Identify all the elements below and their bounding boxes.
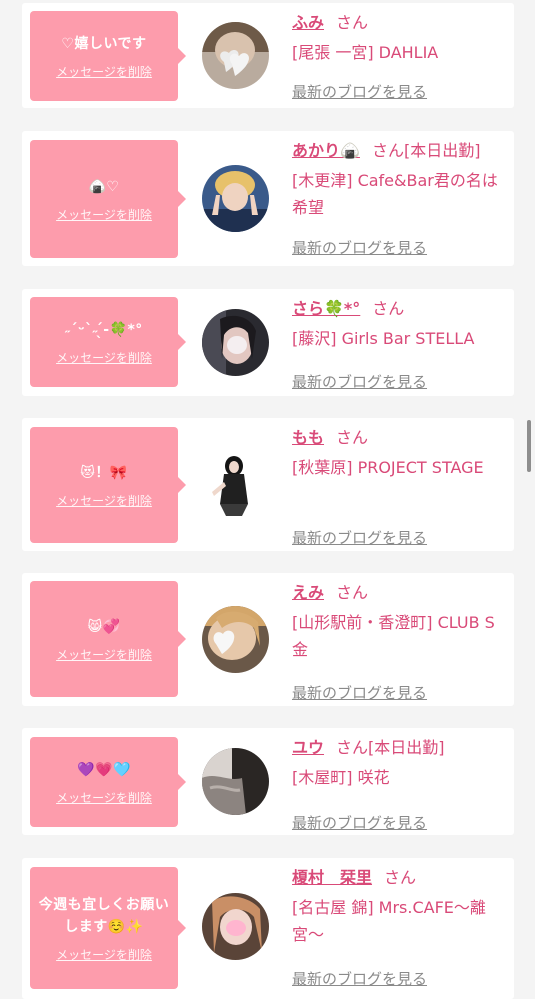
delete-message-link[interactable]: メッセージを削除 (56, 206, 152, 223)
profile-name-link[interactable]: ふみ (292, 13, 324, 32)
message-bubble: 😻！🎀 メッセージを削除 (30, 427, 186, 543)
honorific: さん (336, 13, 369, 32)
profile-info: 榎村 栞里 さん [名古屋 錦] Mrs.CAFE〜離宮〜 最新のブログを見る (292, 866, 507, 988)
latest-blog-link[interactable]: 最新のブログを見る (292, 527, 427, 548)
shop-info: [木更津] Cafe&Bar君の名は希望 (292, 171, 498, 217)
message-text: 🍙♡ (88, 178, 120, 195)
message-bubble: 😸💞 メッセージを削除 (30, 581, 186, 697)
list-item: 😻！🎀 メッセージを削除 もも さん [秋葉原] PROJECT STAGE 最新… (22, 418, 514, 551)
girl-avatar-blurred-face-icon (202, 309, 269, 376)
honorific: さん (336, 738, 369, 757)
profile-name-link[interactable]: もも (292, 428, 324, 447)
shop-info: [藤沢] Girls Bar STELLA (292, 329, 475, 348)
delete-message-link[interactable]: メッセージを削除 (56, 63, 152, 80)
message-bubble: ♡嬉しいです メッセージを削除 (30, 11, 186, 101)
avatar[interactable] (202, 893, 269, 960)
avatar[interactable] (202, 452, 269, 519)
delete-message-link[interactable]: メッセージを削除 (56, 946, 152, 963)
girl-avatar-blurred-face-icon (202, 893, 269, 960)
honorific: さん (371, 141, 404, 160)
girl-avatar-heart-sticker-icon (202, 22, 269, 89)
profile-info: えみ さん [山形駅前・香澄町] CLUB S金 最新のブログを見る (292, 581, 507, 702)
status-label: [本日出勤] (368, 738, 445, 757)
delete-message-link[interactable]: メッセージを削除 (56, 349, 152, 366)
honorific: さん (384, 868, 417, 887)
latest-blog-link[interactable]: 最新のブログを見る (292, 371, 427, 392)
girl-avatar-dark-icon (202, 748, 269, 815)
shop-info: [山形駅前・香澄町] CLUB S金 (292, 613, 495, 659)
message-text: ˶ˊᵕˋ˶ ̖́-🍀*° (65, 321, 143, 338)
message-text: ♡嬉しいです (61, 35, 147, 52)
list-item: 今週も宜しくお願いします☺️✨ メッセージを削除 榎村 栞里 さん [名古屋 錦]… (22, 858, 514, 999)
girl-avatar-heart-sticker-icon (202, 606, 269, 673)
list-item: 💜💗🩵 メッセージを削除 ユウ さん[本日出勤] [木屋町] 咲花 最新のブログを… (22, 728, 514, 835)
list-item: ˶ˊᵕˋ˶ ̖́-🍀*° メッセージを削除 さら🍀*° さん [藤沢] Girls… (22, 289, 514, 396)
girl-avatar-full-body-icon (202, 452, 269, 519)
avatar[interactable] (202, 606, 269, 673)
profile-name-link[interactable]: えみ (292, 583, 324, 602)
honorific: さん (336, 583, 369, 602)
girl-avatar-peace-sign-icon (202, 165, 269, 232)
status-label: [本日出勤] (403, 141, 481, 160)
list-item: 😸💞 メッセージを削除 えみ さん [山形駅前・香澄町] CLUB S金 最新のブ… (22, 573, 514, 706)
profile-name-link[interactable]: ユウ (292, 738, 324, 757)
message-text: 😸💞 (87, 618, 121, 635)
list-item: 🍙♡ メッセージを削除 あかり🍙 さん[本日出勤] [木更津] Cafe&Bar君… (22, 131, 514, 266)
profile-info: ユウ さん[本日出勤] [木屋町] 咲花 最新のブログを見る (292, 736, 507, 832)
message-bubble: ˶ˊᵕˋ˶ ̖́-🍀*° メッセージを削除 (30, 297, 186, 387)
shop-info: [名古屋 錦] Mrs.CAFE〜離宮〜 (292, 898, 486, 944)
avatar[interactable] (202, 309, 269, 376)
message-text: 😻！🎀 (80, 464, 128, 481)
profile-info: ふみ さん [尾張 一宮] DAHLIA 最新のブログを見る (292, 11, 507, 101)
latest-blog-link[interactable]: 最新のブログを見る (292, 237, 427, 258)
avatar[interactable] (202, 22, 269, 89)
scrollbar[interactable] (527, 420, 531, 472)
latest-blog-link[interactable]: 最新のブログを見る (292, 812, 427, 833)
message-text: 今週も宜しくお願いします☺️✨ (38, 896, 170, 935)
profile-info: あかり🍙 さん[本日出勤] [木更津] Cafe&Bar君の名は希望 最新のブログ… (292, 139, 507, 257)
profile-name-link[interactable]: 榎村 栞里 (292, 868, 372, 887)
message-bubble: 🍙♡ メッセージを削除 (30, 140, 186, 258)
delete-message-link[interactable]: メッセージを削除 (56, 492, 152, 509)
message-bubble: 💜💗🩵 メッセージを削除 (30, 737, 186, 827)
message-text: 💜💗🩵 (77, 761, 131, 778)
delete-message-link[interactable]: メッセージを削除 (56, 646, 152, 663)
message-bubble: 今週も宜しくお願いします☺️✨ メッセージを削除 (30, 867, 186, 989)
list-item: ♡嬉しいです メッセージを削除 ふみ さん [尾張 一宮] DAHLIA 最新のブ… (22, 3, 514, 108)
latest-blog-link[interactable]: 最新のブログを見る (292, 682, 427, 703)
latest-blog-link[interactable]: 最新のブログを見る (292, 968, 427, 989)
shop-info: [秋葉原] PROJECT STAGE (292, 458, 484, 477)
profile-info: さら🍀*° さん [藤沢] Girls Bar STELLA 最新のブログを見る (292, 297, 507, 391)
profile-info: もも さん [秋葉原] PROJECT STAGE 最新のブログを見る (292, 426, 507, 547)
profile-name-link[interactable]: あかり🍙 (292, 141, 360, 160)
latest-blog-link[interactable]: 最新のブログを見る (292, 81, 427, 102)
honorific: さん (372, 299, 405, 318)
shop-info: [木屋町] 咲花 (292, 768, 390, 787)
avatar[interactable] (202, 748, 269, 815)
honorific: さん (336, 428, 369, 447)
profile-name-link[interactable]: さら🍀*° (292, 299, 360, 318)
delete-message-link[interactable]: メッセージを削除 (56, 789, 152, 806)
avatar[interactable] (202, 165, 269, 232)
shop-info: [尾張 一宮] DAHLIA (292, 43, 439, 62)
